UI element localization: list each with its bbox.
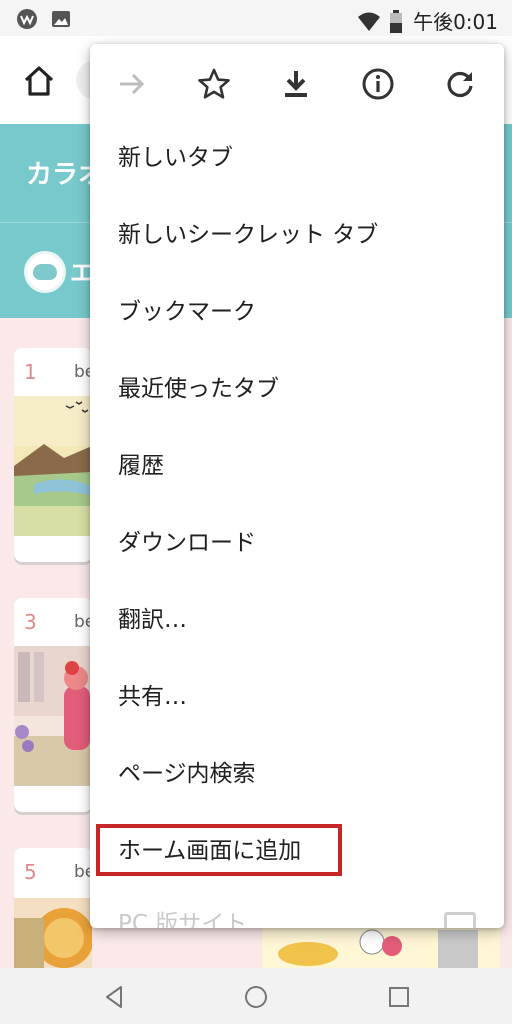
app-notification-icon <box>16 8 38 30</box>
star-icon[interactable] <box>196 66 232 102</box>
refresh-icon[interactable] <box>442 66 478 102</box>
status-bar: 午後0:01 <box>0 0 512 36</box>
card-rank: 5 <box>24 860 37 884</box>
card-rank: 1 <box>24 360 37 384</box>
system-nav-bar <box>0 968 512 1024</box>
forward-icon[interactable] <box>114 66 150 102</box>
wifi-icon <box>357 10 381 32</box>
menu-item-desktop-site[interactable]: PC 版サイト <box>118 904 247 928</box>
highlight-box <box>96 824 342 876</box>
overflow-menu: 新しいタブ 新しいシークレット タブ ブックマーク 最近使ったタブ 履歴 ダウン… <box>90 44 504 928</box>
menu-item-share[interactable]: 共有… <box>118 677 187 717</box>
status-left <box>16 8 72 30</box>
home-nav-icon[interactable] <box>243 984 269 1010</box>
image-notification-icon <box>50 8 72 30</box>
download-icon[interactable] <box>278 66 314 102</box>
desktop-site-checkbox[interactable] <box>444 912 476 928</box>
menu-item-find-in-page[interactable]: ページ内検索 <box>118 754 256 794</box>
card-thumbnail <box>14 646 92 786</box>
card-thumbnail <box>14 898 92 968</box>
battery-icon <box>389 9 403 33</box>
menu-item-recent-tabs[interactable]: 最近使ったタブ <box>118 369 279 409</box>
menu-item-bookmarks[interactable]: ブックマーク <box>118 292 256 332</box>
menu-item-new-incognito-tab[interactable]: 新しいシークレット タブ <box>118 215 378 255</box>
recents-icon[interactable] <box>386 984 412 1010</box>
info-icon[interactable] <box>360 66 396 102</box>
home-icon[interactable] <box>22 64 56 98</box>
menu-item-history[interactable]: 履歴 <box>118 446 164 486</box>
card-thumbnail <box>14 396 92 536</box>
back-icon[interactable] <box>102 984 128 1010</box>
status-time: 午後0:01 <box>413 10 498 34</box>
menu-item-translate[interactable]: 翻訳… <box>118 600 187 640</box>
status-right: 午後0:01 <box>357 6 498 35</box>
card-rank: 3 <box>24 610 37 634</box>
menu-icon-row <box>90 44 504 124</box>
avatar <box>24 251 66 293</box>
menu-item-downloads[interactable]: ダウンロード <box>118 523 256 563</box>
menu-item-new-tab[interactable]: 新しいタブ <box>118 138 233 178</box>
